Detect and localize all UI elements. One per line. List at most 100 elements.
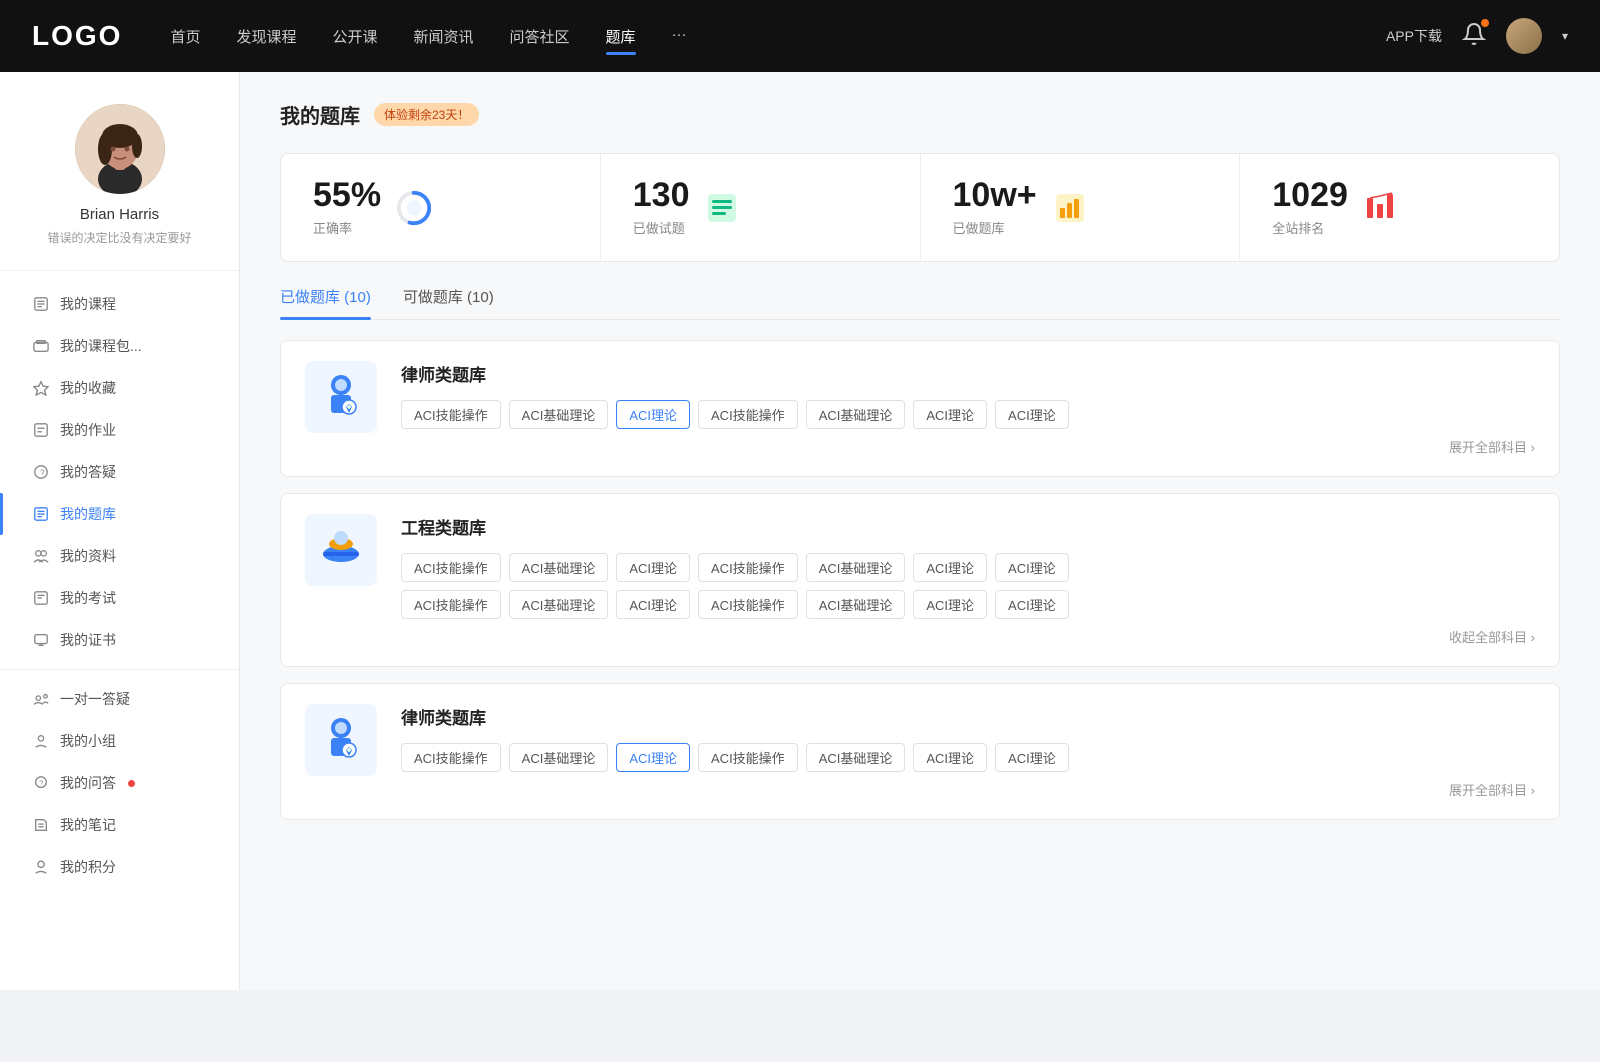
tag-1[interactable]: ACI基础理论	[509, 400, 609, 429]
tag-4[interactable]: ACI基础理论	[806, 400, 906, 429]
sidebar-label-favorites: 我的收藏	[60, 378, 116, 398]
sidebar-label-groups: 我的小组	[60, 731, 116, 751]
eng-tag-r2-3[interactable]: ACI技能操作	[698, 590, 798, 619]
user-dropdown-arrow[interactable]: ▾	[1562, 29, 1568, 43]
l2-tag-4[interactable]: ACI基础理论	[806, 743, 906, 772]
sidebar-item-groups[interactable]: 我的小组	[0, 720, 239, 762]
tag-0[interactable]: ACI技能操作	[401, 400, 501, 429]
eng-tag-r2-6[interactable]: ACI理论	[995, 590, 1069, 619]
qbank-lawyer-1-title: 律师类题库	[401, 361, 1535, 386]
eng-tag-4[interactable]: ACI基础理论	[806, 553, 906, 582]
l2-tag-0[interactable]: ACI技能操作	[401, 743, 501, 772]
sidebar-item-notes[interactable]: 我的笔记	[0, 804, 239, 846]
eng-tag-5[interactable]: ACI理论	[913, 553, 987, 582]
answers-icon: ?	[32, 463, 50, 481]
sidebar-item-question-bank[interactable]: 我的题库	[0, 493, 239, 535]
qbank-lawyer-1-expand[interactable]: 展开全部科目 ›	[401, 437, 1535, 456]
lawyer-icon	[315, 371, 367, 423]
nav-qbank[interactable]: 题库	[606, 22, 636, 51]
navbar-right: APP下载 ▾	[1386, 18, 1568, 54]
eng-tag-2[interactable]: ACI理论	[616, 553, 690, 582]
sidebar-item-certificates[interactable]: 我的证书	[0, 619, 239, 661]
favorites-icon	[32, 379, 50, 397]
tab-done[interactable]: 已做题库 (10)	[280, 286, 371, 319]
l2-tag-1[interactable]: ACI基础理论	[509, 743, 609, 772]
eng-tag-r2-0[interactable]: ACI技能操作	[401, 590, 501, 619]
sidebar-item-materials[interactable]: 我的资料	[0, 535, 239, 577]
sidebar-menu: 我的课程 我的课程包... 我的收藏 我的作业	[0, 283, 239, 888]
notification-bell[interactable]	[1462, 22, 1486, 51]
tag-5[interactable]: ACI理论	[913, 400, 987, 429]
stat-done-banks: 10w+ 已做题库	[921, 154, 1241, 261]
app-download[interactable]: APP下载	[1386, 26, 1442, 46]
rank-icon	[1362, 189, 1400, 227]
tab-available[interactable]: 可做题库 (10)	[403, 286, 494, 319]
eng-tag-r2-4[interactable]: ACI基础理论	[806, 590, 906, 619]
qbank-lawyer-2-icon-wrap	[305, 704, 377, 776]
l2-tag-5[interactable]: ACI理论	[913, 743, 987, 772]
l2-tag-3[interactable]: ACI技能操作	[698, 743, 798, 772]
logo: LOGO	[32, 20, 122, 52]
eng-tag-6[interactable]: ACI理论	[995, 553, 1069, 582]
qbank-lawyer-icon-wrap	[305, 361, 377, 433]
stat-rank-value: 1029	[1272, 178, 1348, 212]
tag-3[interactable]: ACI技能操作	[698, 400, 798, 429]
eng-tag-3[interactable]: ACI技能操作	[698, 553, 798, 582]
stats-bar: 55% 正确率 130 已做试题	[280, 153, 1560, 262]
l2-tag-2[interactable]: ACI理论	[616, 743, 690, 772]
sidebar-label-homework: 我的作业	[60, 420, 116, 440]
qbank-lawyer-2-expand[interactable]: 展开全部科目 ›	[401, 780, 1535, 799]
tabs-bar: 已做题库 (10) 可做题库 (10)	[280, 286, 1560, 320]
sidebar-label-my-qa: 我的问答	[60, 773, 116, 793]
stat-done-questions: 130 已做试题	[601, 154, 921, 261]
qbank-lawyer-2-body: 律师类题库 ACI技能操作 ACI基础理论 ACI理论 ACI技能操作 ACI基…	[401, 704, 1535, 799]
avatar-illustration	[75, 104, 165, 194]
nav-open[interactable]: 公开课	[332, 22, 377, 51]
question-bank-icon	[32, 505, 50, 523]
sidebar-item-exams[interactable]: 我的考试	[0, 577, 239, 619]
eng-tag-0[interactable]: ACI技能操作	[401, 553, 501, 582]
nav-news[interactable]: 新闻资讯	[414, 22, 474, 51]
nav-qa[interactable]: 问答社区	[510, 22, 570, 51]
nav-home[interactable]: 首页	[170, 22, 200, 51]
courses-icon	[32, 295, 50, 313]
eng-tag-r2-5[interactable]: ACI理论	[913, 590, 987, 619]
qbank-card-lawyer-2: 律师类题库 ACI技能操作 ACI基础理论 ACI理论 ACI技能操作 ACI基…	[280, 683, 1560, 820]
navbar: LOGO 首页 发现课程 公开课 新闻资讯 问答社区 题库 ··· APP下载 …	[0, 0, 1600, 72]
accuracy-icon	[395, 189, 433, 227]
qbank-card-engineer-1: 工程类题库 ACI技能操作 ACI基础理论 ACI理论 ACI技能操作 ACI基…	[280, 493, 1560, 667]
sidebar-item-homework[interactable]: 我的作业	[0, 409, 239, 451]
stat-done-questions-label: 已做试题	[633, 218, 690, 237]
sidebar-item-my-courses[interactable]: 我的课程	[0, 283, 239, 325]
nav-discover[interactable]: 发现课程	[236, 22, 296, 51]
done-questions-icon	[703, 189, 741, 227]
qbank-engineer-1-tags-row1: ACI技能操作 ACI基础理论 ACI理论 ACI技能操作 ACI基础理论 AC…	[401, 553, 1535, 582]
svg-text:?: ?	[39, 780, 43, 788]
sidebar-item-favorites[interactable]: 我的收藏	[0, 367, 239, 409]
groups-icon	[32, 732, 50, 750]
qbank-lawyer-2-tags: ACI技能操作 ACI基础理论 ACI理论 ACI技能操作 ACI基础理论 AC…	[401, 743, 1535, 772]
course-packages-icon	[32, 337, 50, 355]
page-layout: Brian Harris 错误的决定比没有决定要好 我的课程 我的课程包...	[0, 72, 1600, 990]
l2-tag-6[interactable]: ACI理论	[995, 743, 1069, 772]
main-content: 我的题库 体验剩余23天！ 55% 正确率	[240, 72, 1600, 990]
sidebar-item-points[interactable]: 我的积分	[0, 846, 239, 888]
sidebar-label-materials: 我的资料	[60, 546, 116, 566]
trial-badge: 体验剩余23天！	[374, 103, 479, 126]
sidebar-item-one-on-one[interactable]: 一对一答疑	[0, 678, 239, 720]
nav-more[interactable]: ···	[672, 22, 687, 51]
tag-2[interactable]: ACI理论	[616, 400, 690, 429]
user-avatar[interactable]	[1506, 18, 1542, 54]
sidebar-label-one-on-one: 一对一答疑	[60, 689, 130, 709]
eng-tag-r2-2[interactable]: ACI理论	[616, 590, 690, 619]
eng-tag-r2-1[interactable]: ACI基础理论	[509, 590, 609, 619]
eng-tag-1[interactable]: ACI基础理论	[509, 553, 609, 582]
stat-accuracy-value: 55%	[313, 178, 381, 212]
sidebar-item-my-qa[interactable]: ? 我的问答	[0, 762, 239, 804]
tag-6[interactable]: ACI理论	[995, 400, 1069, 429]
qbank-engineer-1-collapse[interactable]: 收起全部科目 ›	[401, 627, 1535, 646]
qbank-engineer-icon-wrap	[305, 514, 377, 586]
sidebar-label-exams: 我的考试	[60, 588, 116, 608]
sidebar-item-answers[interactable]: ? 我的答疑	[0, 451, 239, 493]
sidebar-item-course-packages[interactable]: 我的课程包...	[0, 325, 239, 367]
